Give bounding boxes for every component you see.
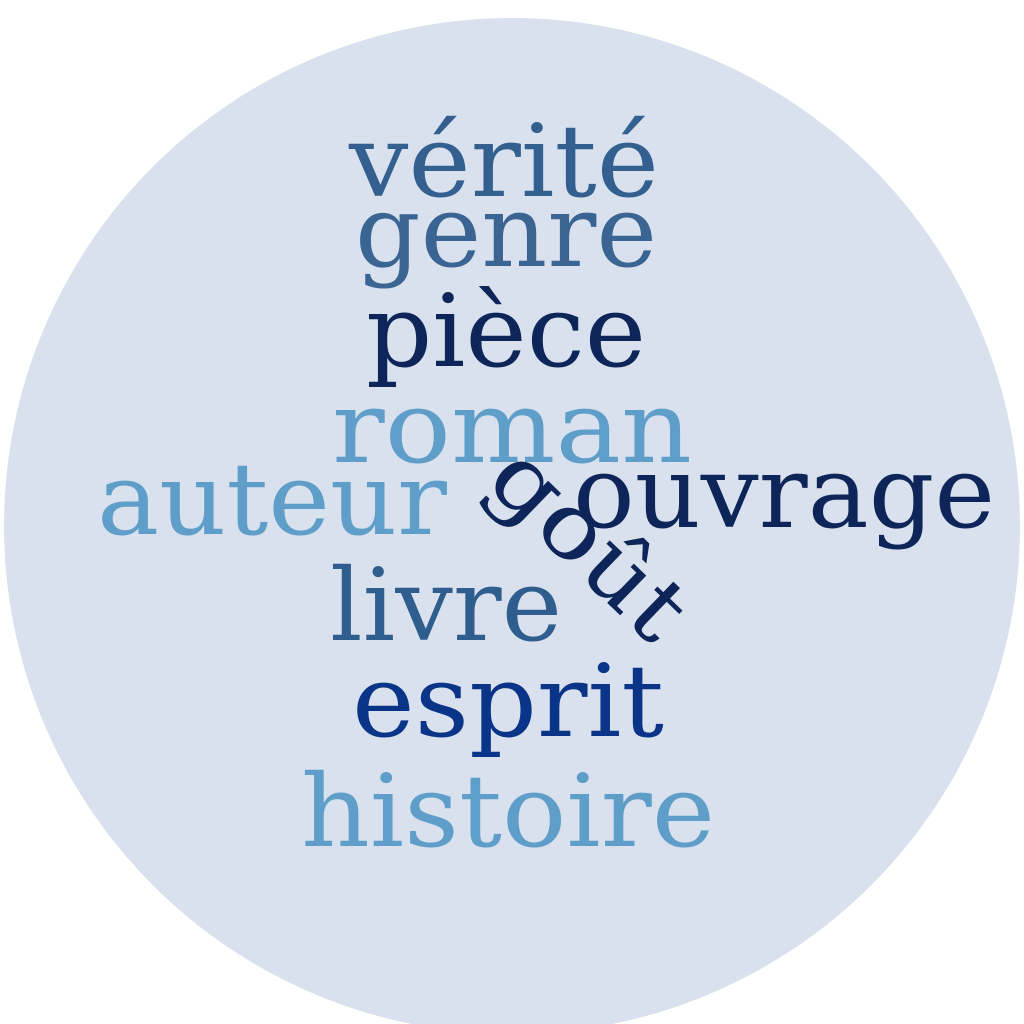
word-auteur: auteur <box>97 441 447 558</box>
word-cloud: vérité genre pièce roman auteur ouvrage … <box>4 18 1020 1024</box>
word-histoire: histoire <box>301 753 715 870</box>
word-esprit: esprit <box>352 643 664 760</box>
